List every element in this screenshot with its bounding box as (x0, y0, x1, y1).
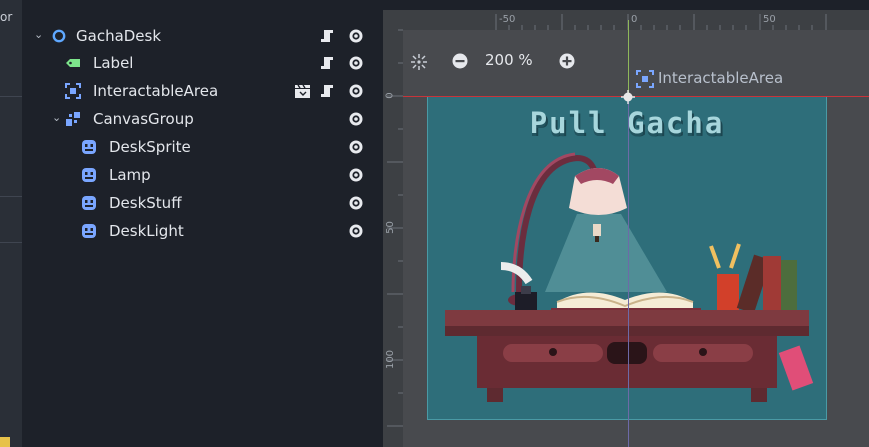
truncated-text: or (0, 10, 13, 24)
vertical-ruler[interactable]: 0 50 100 (383, 10, 403, 447)
script-icon[interactable] (319, 83, 335, 99)
zoom-in-button[interactable] (558, 52, 576, 70)
tree-item-gachadesk[interactable]: ⌄ GachaDesk (22, 23, 383, 50)
divider (0, 242, 22, 243)
ruler-label: 0 (384, 92, 396, 99)
ruler-label: -50 (499, 14, 516, 25)
tree-item-label: GachaDesk (76, 27, 162, 45)
tree-item-label: Label (93, 54, 134, 72)
sprite-icon (81, 139, 97, 155)
ruler-label: 100 (385, 349, 397, 370)
chevron-down-icon[interactable]: ⌄ (34, 29, 44, 41)
canvas-title-text: Pull Gacha (529, 106, 725, 140)
tree-item-label: Lamp (109, 166, 151, 184)
script-icon[interactable] (319, 55, 335, 71)
zoom-level[interactable]: 200 % (485, 51, 533, 69)
origin-x-axis (403, 96, 869, 97)
label-tag-icon (65, 55, 81, 71)
sprite-icon (81, 195, 97, 211)
divider (0, 96, 22, 97)
corner-marker (0, 437, 10, 447)
tree-item-label: DeskStuff (109, 194, 182, 212)
scene-tree-panel: ⌄ GachaDesk Label InteractableArea ⌄ Can… (22, 0, 383, 447)
clapperboard-icon[interactable] (294, 83, 310, 99)
visibility-eye-icon[interactable] (348, 167, 364, 183)
divider (0, 196, 22, 197)
chevron-down-icon[interactable]: ⌄ (52, 112, 62, 124)
visibility-eye-icon[interactable] (348, 83, 364, 99)
visibility-eye-icon[interactable] (348, 55, 364, 71)
visibility-eye-icon[interactable] (348, 195, 364, 211)
area-select-icon (636, 70, 654, 88)
area-select-icon (65, 83, 81, 99)
gacha-desk-artwork (427, 96, 827, 420)
pivot-handle[interactable] (621, 89, 635, 104)
2d-viewport[interactable]: -50 0 50 0 50 100 Pull Gacha 200 % Inter… (383, 0, 869, 447)
tree-item-desksprite[interactable]: DeskSprite (22, 134, 383, 161)
center-view-icon[interactable] (410, 53, 428, 71)
tree-item-label: CanvasGroup (93, 110, 194, 128)
node2d-circle-icon (51, 28, 67, 44)
script-icon[interactable] (319, 28, 335, 44)
visibility-eye-icon[interactable] (348, 139, 364, 155)
tree-item-canvasgroup[interactable]: ⌄ CanvasGroup (22, 106, 383, 133)
sprite-icon (81, 223, 97, 239)
horizontal-ruler[interactable]: -50 0 50 (383, 10, 869, 30)
visibility-eye-icon[interactable] (348, 223, 364, 239)
ruler-label: 0 (631, 14, 638, 25)
ruler-label: 50 (384, 221, 396, 234)
tree-item-lamp[interactable]: Lamp (22, 162, 383, 189)
canvas-group-icon (65, 111, 81, 127)
sprite-icon (81, 167, 97, 183)
selected-node-name: InteractableArea (658, 69, 784, 87)
canvas-preview[interactable]: Pull Gacha (427, 96, 827, 420)
origin-y-axis-top (628, 20, 629, 96)
visibility-eye-icon[interactable] (348, 28, 364, 44)
ruler-label: 50 (763, 14, 776, 25)
viewport-top-edge (383, 0, 869, 10)
zoom-out-button[interactable] (451, 52, 469, 70)
tree-item-label: DeskSprite (109, 138, 191, 156)
tree-item-deskstuff[interactable]: DeskStuff (22, 190, 383, 217)
visibility-eye-icon[interactable] (348, 111, 364, 127)
tree-item-interactablearea[interactable]: InteractableArea (22, 78, 383, 105)
tree-item-label: InteractableArea (93, 82, 219, 100)
tree-item-label-node[interactable]: Label (22, 50, 383, 77)
tree-item-desklight[interactable]: DeskLight (22, 218, 383, 245)
tree-item-label: DeskLight (109, 222, 184, 240)
left-dock-strip: or (0, 0, 22, 447)
